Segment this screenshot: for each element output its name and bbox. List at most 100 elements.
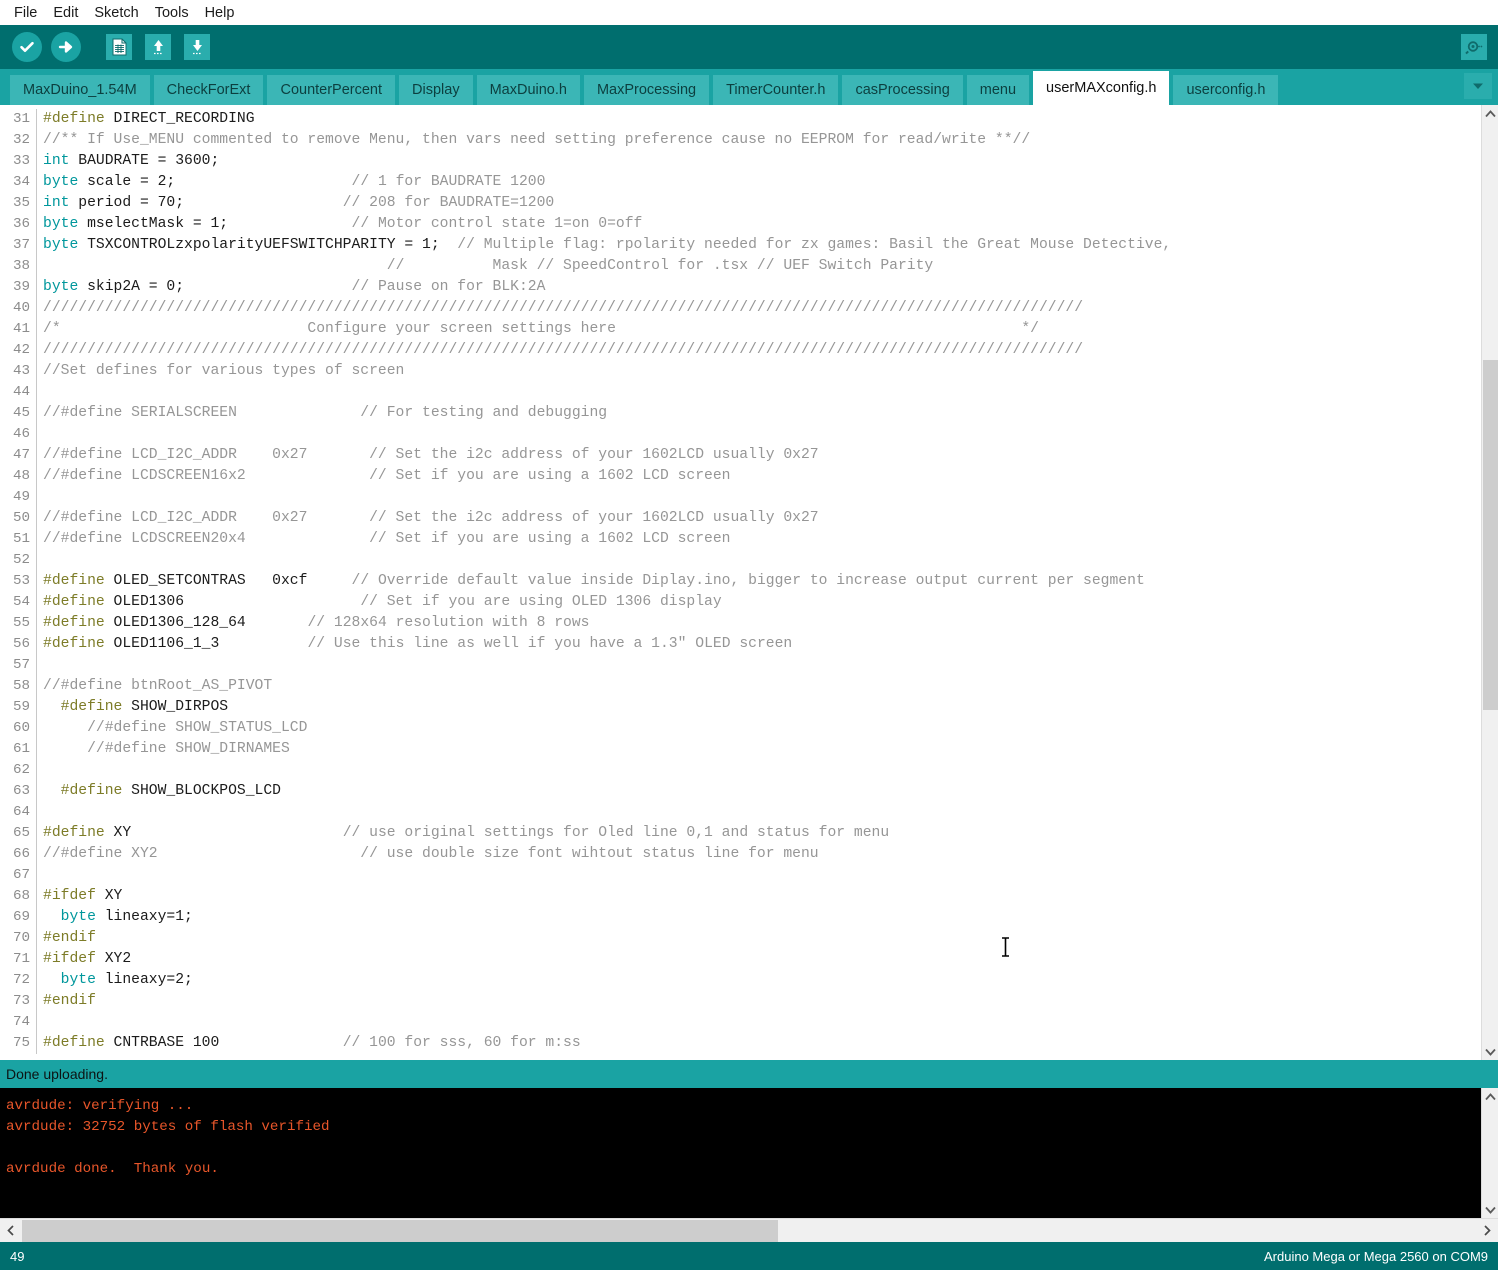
tab-userconfig-h[interactable]: userconfig.h xyxy=(1173,75,1279,105)
line-number: 69 xyxy=(12,909,30,925)
console-horizontal-scrollbar[interactable] xyxy=(0,1218,1498,1242)
code-line: 54 #define OLED1306 // Set if you are usi… xyxy=(0,592,1481,613)
gutter-divider xyxy=(36,361,37,382)
gutter-divider xyxy=(36,256,37,277)
scroll-down-icon[interactable] xyxy=(1482,1043,1498,1060)
gutter-divider xyxy=(36,907,37,928)
code-line: 32 //** If Use_MENU commented to remove M… xyxy=(0,130,1481,151)
editor-area: 31 #define DIRECT_RECORDING 32 //** If Use_… xyxy=(0,105,1498,1060)
scroll-left-icon[interactable] xyxy=(0,1220,22,1242)
gutter-divider xyxy=(36,319,37,340)
line-number: 32 xyxy=(12,132,30,148)
gutter-divider xyxy=(36,592,37,613)
console-line: avrdude done. Thank you. xyxy=(6,1161,219,1177)
menu-item-sketch[interactable]: Sketch xyxy=(86,2,146,24)
board-port-info: Arduino Mega or Mega 2560 on COM9 xyxy=(1263,1248,1488,1264)
tab-counterpercent[interactable]: CounterPercent xyxy=(267,75,396,105)
tab-menu[interactable]: menu xyxy=(966,75,1030,105)
editor-scrollbar-thumb[interactable] xyxy=(1483,360,1498,710)
tab-overflow-button[interactable] xyxy=(1464,73,1492,99)
console-line: avrdude: 32752 bytes of flash verified xyxy=(6,1119,330,1135)
console-line: avrdude: verifying ... xyxy=(6,1098,194,1114)
line-number: 57 xyxy=(12,657,30,673)
code-line: 53 #define OLED_SETCONTRAS 0xcf // Overri… xyxy=(0,571,1481,592)
code-line: 56 #define OLED1106_1_3 // Use this line … xyxy=(0,634,1481,655)
line-number: 63 xyxy=(12,783,30,799)
code-line: 60 //#define SHOW_STATUS_LCD xyxy=(0,718,1481,739)
code-line: 38 // Mask // SpeedControl for .tsx // U… xyxy=(0,256,1481,277)
line-number: 40 xyxy=(12,300,30,316)
code-line: 50 //#define LCD_I2C_ADDR 0x27 // Set the… xyxy=(0,508,1481,529)
tab-maxduino-1-54m[interactable]: MaxDuino_1.54M xyxy=(10,75,150,105)
console-scroll-down-icon[interactable] xyxy=(1482,1201,1498,1218)
code-line: 58 //#define btnRoot_AS_PIVOT xyxy=(0,676,1481,697)
code-line: 68 #ifdef XY xyxy=(0,886,1481,907)
gutter-divider xyxy=(36,529,37,550)
code-line-text: //** If Use_MENU commented to remove Men… xyxy=(43,132,1031,148)
line-number: 61 xyxy=(12,741,30,757)
tab-display[interactable]: Display xyxy=(399,75,473,105)
menu-bar: File Edit Sketch Tools Help xyxy=(0,0,1498,25)
serial-monitor-button[interactable] xyxy=(1458,31,1490,63)
code-line: 52 xyxy=(0,550,1481,571)
gutter-divider xyxy=(36,886,37,907)
verify-button[interactable] xyxy=(10,30,44,64)
gutter-divider xyxy=(36,844,37,865)
line-number: 49 xyxy=(12,489,30,505)
gutter-divider xyxy=(36,1012,37,1033)
open-sketch-button[interactable] xyxy=(141,30,175,64)
menu-item-tools[interactable]: Tools xyxy=(147,2,197,24)
code-line-text: byte mselectMask = 1; // Motor control s… xyxy=(43,216,643,232)
save-sketch-button[interactable] xyxy=(180,30,214,64)
menu-item-edit[interactable]: Edit xyxy=(45,2,86,24)
horizontal-scrollbar-thumb[interactable] xyxy=(22,1219,778,1242)
scroll-right-icon[interactable] xyxy=(1476,1220,1498,1242)
code-line: 33 int BAUDRATE = 3600; xyxy=(0,151,1481,172)
tab-timercounter-h[interactable]: TimerCounter.h xyxy=(713,75,839,105)
gutter-divider xyxy=(36,949,37,970)
console-scroll-up-icon[interactable] xyxy=(1482,1088,1498,1105)
gutter-divider xyxy=(36,928,37,949)
gutter-divider xyxy=(36,403,37,424)
code-line-text: /* Configure your screen settings here *… xyxy=(43,321,1039,337)
scroll-up-icon[interactable] xyxy=(1482,105,1498,122)
code-line: 67 xyxy=(0,865,1481,886)
horizontal-scroll-track[interactable] xyxy=(22,1219,1476,1242)
tab-casprocessing[interactable]: casProcessing xyxy=(842,75,963,105)
gutter-divider xyxy=(36,466,37,487)
menu-item-file[interactable]: File xyxy=(6,2,45,24)
console-vertical-scrollbar[interactable] xyxy=(1481,1088,1498,1218)
line-number: 37 xyxy=(12,237,30,253)
gutter-divider xyxy=(36,739,37,760)
tab-maxprocessing[interactable]: MaxProcessing xyxy=(583,75,710,105)
line-number: 44 xyxy=(12,384,30,400)
line-number: 71 xyxy=(12,951,30,967)
code-line-text: //#define LCDSCREEN16x2 // Set if you ar… xyxy=(43,468,731,484)
line-number: 42 xyxy=(12,342,30,358)
tab-usermaxconfig-h[interactable]: userMAXconfig.h xyxy=(1033,71,1170,105)
code-line: 55 #define OLED1306_128_64 // 128x64 reso… xyxy=(0,613,1481,634)
document-icon xyxy=(106,34,132,60)
editor-vertical-scrollbar[interactable] xyxy=(1481,105,1498,1060)
gutter-divider xyxy=(36,109,37,130)
line-number: 33 xyxy=(12,153,30,169)
line-number: 72 xyxy=(12,972,30,988)
line-number: 38 xyxy=(12,258,30,274)
console-output[interactable]: avrdude: verifying ... avrdude: 32752 byt… xyxy=(0,1088,1498,1218)
gutter-divider xyxy=(36,655,37,676)
upload-button[interactable] xyxy=(49,30,83,64)
tab-checkforext[interactable]: CheckForExt xyxy=(153,75,264,105)
menu-item-help[interactable]: Help xyxy=(197,2,243,24)
code-editor[interactable]: 31 #define DIRECT_RECORDING 32 //** If Use_… xyxy=(0,105,1481,1060)
tab-maxduino-h[interactable]: MaxDuino.h xyxy=(476,75,580,105)
code-line: 62 xyxy=(0,760,1481,781)
code-line: 49 xyxy=(0,487,1481,508)
new-sketch-button[interactable] xyxy=(102,30,136,64)
code-line-text: #define XY // use original settings for … xyxy=(43,825,890,841)
code-line: 47 //#define LCD_I2C_ADDR 0x27 // Set the… xyxy=(0,445,1481,466)
code-line-text: #define OLED1306_128_64 // 128x64 resolu… xyxy=(43,615,590,631)
code-line-text: int period = 70; // 208 for BAUDRATE=120… xyxy=(43,195,555,211)
code-line: 64 xyxy=(0,802,1481,823)
code-line-text: byte lineaxy=2; xyxy=(60,972,193,988)
code-line: 41 /* Configure your screen settings here… xyxy=(0,319,1481,340)
